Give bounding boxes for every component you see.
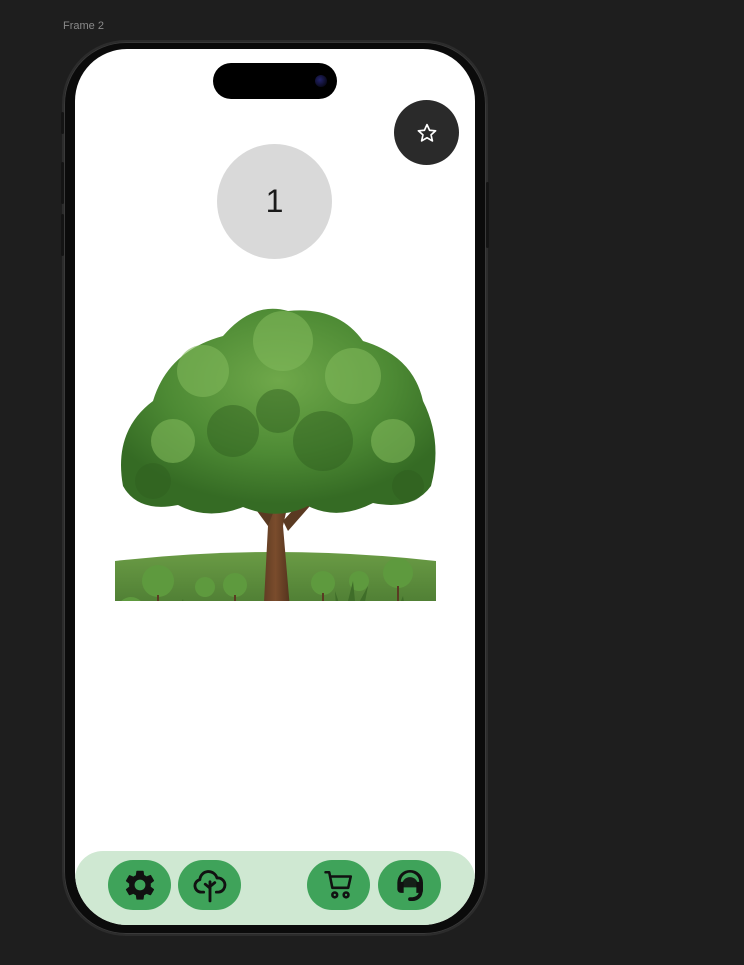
dynamic-island	[213, 63, 337, 99]
settings-button[interactable]	[108, 860, 171, 910]
support-button[interactable]	[378, 860, 441, 910]
favorite-button[interactable]	[394, 100, 459, 165]
phone-frame: 1	[61, 42, 489, 934]
action-button	[61, 112, 64, 134]
gear-icon	[125, 870, 154, 900]
frame-label: Frame 2	[63, 20, 104, 32]
cart-icon	[323, 870, 352, 899]
counter-badge: 1	[217, 144, 332, 259]
power-button	[486, 182, 489, 248]
tree-illustration	[115, 308, 436, 601]
volume-down-button	[61, 214, 64, 256]
support-headset-icon	[396, 869, 423, 901]
bottom-nav-bar	[75, 851, 475, 925]
volume-up-button	[61, 162, 64, 204]
cart-button[interactable]	[307, 860, 370, 910]
tree-icon	[193, 870, 226, 903]
tree-button[interactable]	[178, 860, 241, 910]
star-icon	[417, 123, 436, 142]
front-camera	[315, 75, 327, 87]
phone-screen: 1	[75, 49, 475, 925]
